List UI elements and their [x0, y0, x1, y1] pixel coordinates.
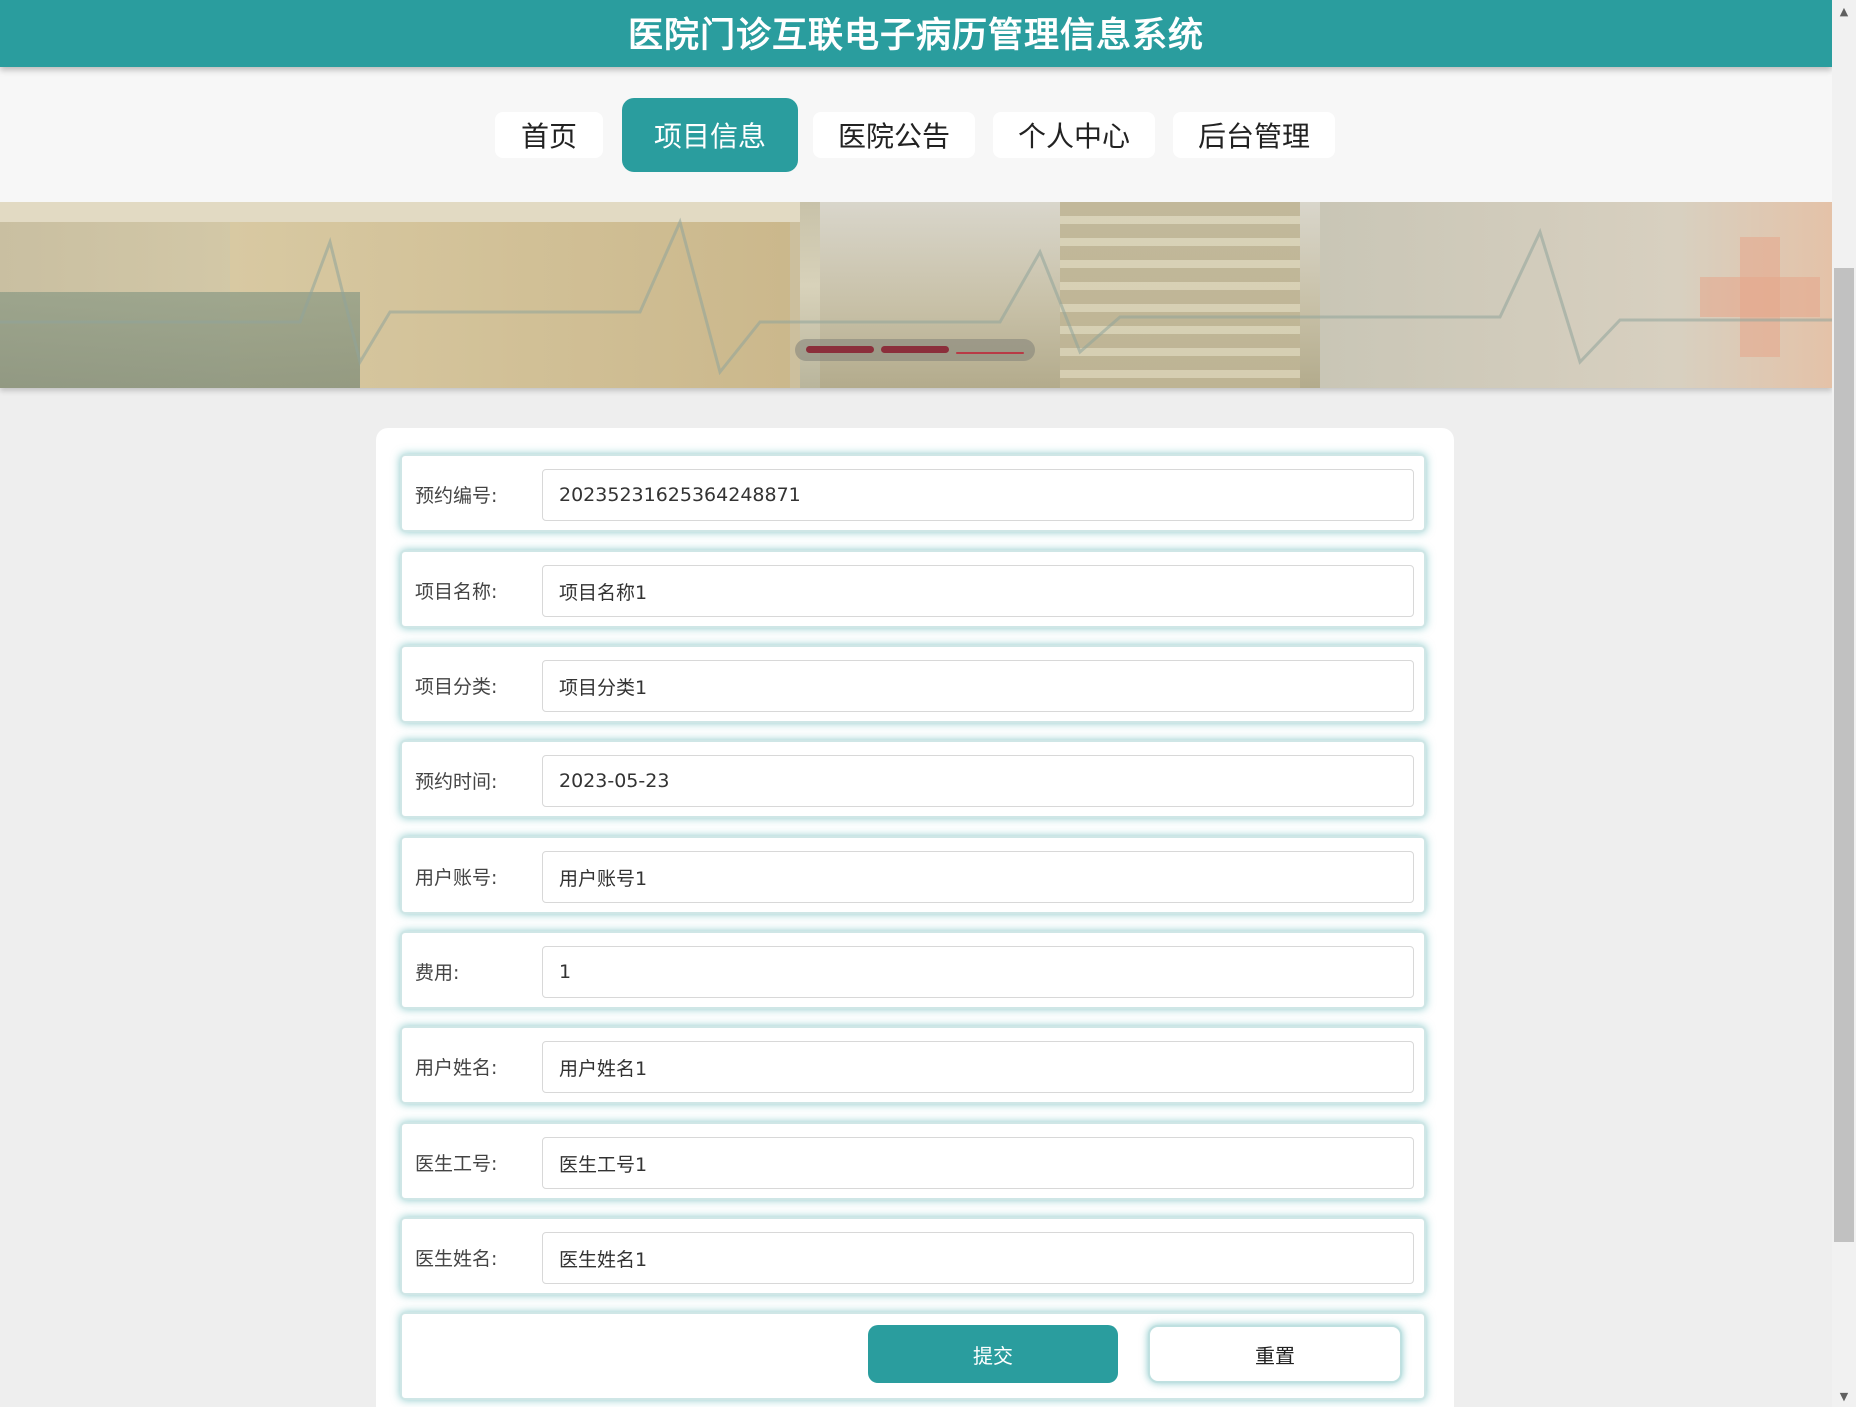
carousel-dot-1[interactable]	[806, 346, 874, 353]
appointment-time-input[interactable]	[542, 755, 1414, 807]
user-name-label: 用户姓名:	[415, 1057, 498, 1079]
form-row-doctor-id: 医生工号:	[400, 1122, 1426, 1200]
fee-input[interactable]	[542, 946, 1414, 998]
form-row-appointment-number: 预约编号:	[400, 454, 1426, 532]
doctor-id-input[interactable]	[542, 1137, 1414, 1189]
doctor-name-label: 医生姓名:	[415, 1248, 498, 1270]
form-row-project-name: 项目名称:	[400, 550, 1426, 628]
form-row-project-category: 项目分类:	[400, 645, 1426, 723]
appointment-time-label: 预约时间:	[415, 771, 498, 793]
submit-button[interactable]: 提交	[868, 1325, 1118, 1383]
project-name-label: 项目名称:	[415, 581, 498, 603]
user-name-input[interactable]	[542, 1041, 1414, 1093]
nav-item-admin[interactable]: 后台管理	[1173, 112, 1335, 158]
form-row-user-account: 用户账号:	[400, 836, 1426, 914]
form-row-user-name: 用户姓名:	[400, 1026, 1426, 1104]
form-actions: 提交 重置	[400, 1312, 1426, 1400]
main-nav: 首页 项目信息 医院公告 个人中心 后台管理	[0, 67, 1832, 202]
appointment-number-label: 预约编号:	[415, 485, 498, 507]
carousel-dot-2[interactable]	[881, 346, 949, 353]
doctor-name-input[interactable]	[542, 1232, 1414, 1284]
page: 医院门诊互联电子病历管理信息系统 首页 项目信息 医院公告 个人中心 后台管理 …	[0, 0, 1832, 1407]
fee-label: 费用:	[415, 962, 460, 984]
project-category-label: 项目分类:	[415, 676, 498, 698]
reset-button[interactable]: 重置	[1148, 1325, 1402, 1383]
carousel-dot-3-active[interactable]	[956, 352, 1024, 354]
doctor-id-label: 医生工号:	[415, 1153, 498, 1175]
nav-item-project-info[interactable]: 项目信息	[622, 98, 798, 172]
carousel-indicators	[795, 339, 1035, 361]
project-name-input[interactable]	[542, 565, 1414, 617]
scrollbar-thumb[interactable]	[1834, 268, 1854, 1242]
user-account-input[interactable]	[542, 851, 1414, 903]
triangle-down-icon[interactable]: ▼	[1832, 1385, 1856, 1407]
user-account-label: 用户账号:	[415, 867, 498, 889]
project-category-input[interactable]	[542, 660, 1414, 712]
appointment-form: 预约编号: 项目名称: 项目分类: 预约时间: 用户账号: 费用: 用户姓名:	[376, 428, 1454, 1407]
triangle-up-icon[interactable]: ▲	[1832, 0, 1856, 22]
header-bar: 医院门诊互联电子病历管理信息系统	[0, 0, 1832, 67]
nav-item-personal-center[interactable]: 个人中心	[993, 112, 1155, 158]
form-row-appointment-time: 预约时间:	[400, 740, 1426, 818]
appointment-number-input[interactable]	[542, 469, 1414, 521]
form-row-fee: 费用:	[400, 931, 1426, 1009]
nav-item-home[interactable]: 首页	[495, 112, 603, 158]
vertical-scrollbar[interactable]: ▲ ▼	[1832, 0, 1856, 1407]
nav-item-hospital-notice[interactable]: 医院公告	[813, 112, 975, 158]
system-title: 医院门诊互联电子病历管理信息系统	[627, 16, 1204, 56]
form-row-doctor-name: 医生姓名:	[400, 1217, 1426, 1295]
